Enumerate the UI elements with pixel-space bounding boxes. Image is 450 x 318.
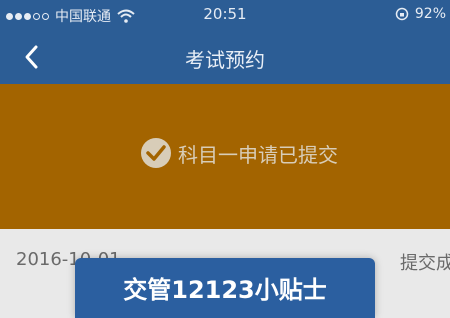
result-banner: 科目一申请已提交 bbox=[0, 84, 450, 229]
status-right: 92% bbox=[395, 6, 446, 22]
nav-bar: 考试预约 bbox=[0, 30, 450, 84]
battery-level: 92% bbox=[414, 6, 446, 22]
status-bar: 中国联通 20:51 92% bbox=[0, 0, 450, 30]
banner-message-text: 科目一申请已提交 bbox=[178, 142, 338, 167]
submit-status: 提交成功 bbox=[400, 253, 450, 274]
page-title: 考试预约 bbox=[185, 48, 265, 72]
check-circle-icon bbox=[141, 138, 171, 168]
tips-dialog: 交管12123小贴士 bbox=[75, 258, 375, 318]
orientation-lock-icon bbox=[395, 7, 409, 21]
status-time: 20:51 bbox=[203, 5, 247, 23]
banner-message: 科目一申请已提交 bbox=[140, 137, 338, 169]
